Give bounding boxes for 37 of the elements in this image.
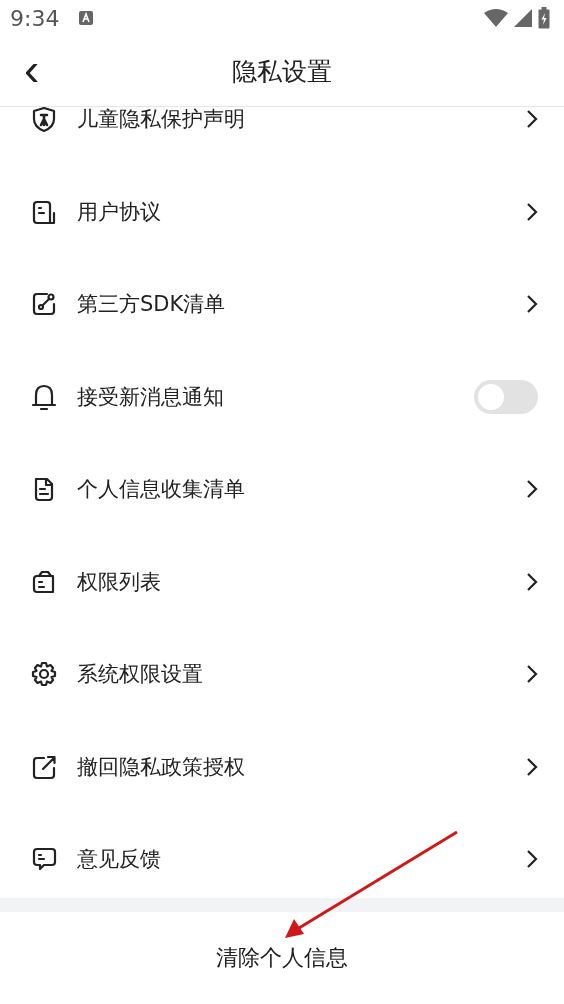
chevron-icon — [526, 571, 538, 592]
settings-label: 用户协议 — [77, 198, 162, 226]
settings-row[interactable]: 撤回隐私政策授权 — [0, 720, 564, 813]
settings-label: 权限列表 — [77, 568, 162, 596]
chevron-icon — [526, 479, 538, 500]
settings-row[interactable]: 用户协议 — [0, 165, 564, 258]
notification-icon — [79, 11, 94, 25]
settings-icon — [30, 660, 58, 689]
settings-label: 儿童隐私保护声明 — [77, 107, 246, 134]
wifi-icon — [484, 9, 508, 27]
settings-row[interactable]: 个人信息收集清单 — [0, 443, 564, 536]
toggle-switch[interactable] — [474, 379, 538, 414]
chevron-icon — [526, 294, 538, 315]
chevron-icon — [526, 756, 538, 777]
back-button[interactable]: ‹ — [20, 46, 44, 92]
settings-label: 第三方SDK清单 — [77, 291, 227, 319]
chevron-icon — [526, 109, 538, 130]
settings-row[interactable]: 权限列表 — [0, 535, 564, 628]
settings-row[interactable]: 系统权限设置 — [0, 628, 564, 721]
settings-row[interactable]: 意见反馈 — [0, 813, 564, 898]
settings-row[interactable]: 接受新消息通知 — [0, 350, 564, 443]
settings-label: 意见反馈 — [77, 846, 162, 874]
shield-icon — [30, 107, 58, 134]
settings-row[interactable]: 儿童隐私保护声明 — [0, 107, 564, 166]
settings-label: 撤回隐私政策授权 — [77, 753, 246, 781]
status-time: 9:34 — [10, 5, 60, 31]
chevron-icon — [526, 201, 538, 222]
signal-icon — [514, 9, 532, 27]
battery-icon — [538, 7, 550, 29]
page-title: 隐私设置 — [232, 55, 332, 88]
settings-label: 系统权限设置 — [77, 661, 204, 689]
settings-label: 接受新消息通知 — [77, 383, 225, 411]
settings-label: 个人信息收集清单 — [77, 476, 246, 504]
settings-row[interactable]: 第三方SDK清单 — [0, 258, 564, 351]
chevron-icon — [526, 664, 538, 685]
bell-icon — [30, 382, 58, 411]
chevron-icon — [526, 849, 538, 870]
